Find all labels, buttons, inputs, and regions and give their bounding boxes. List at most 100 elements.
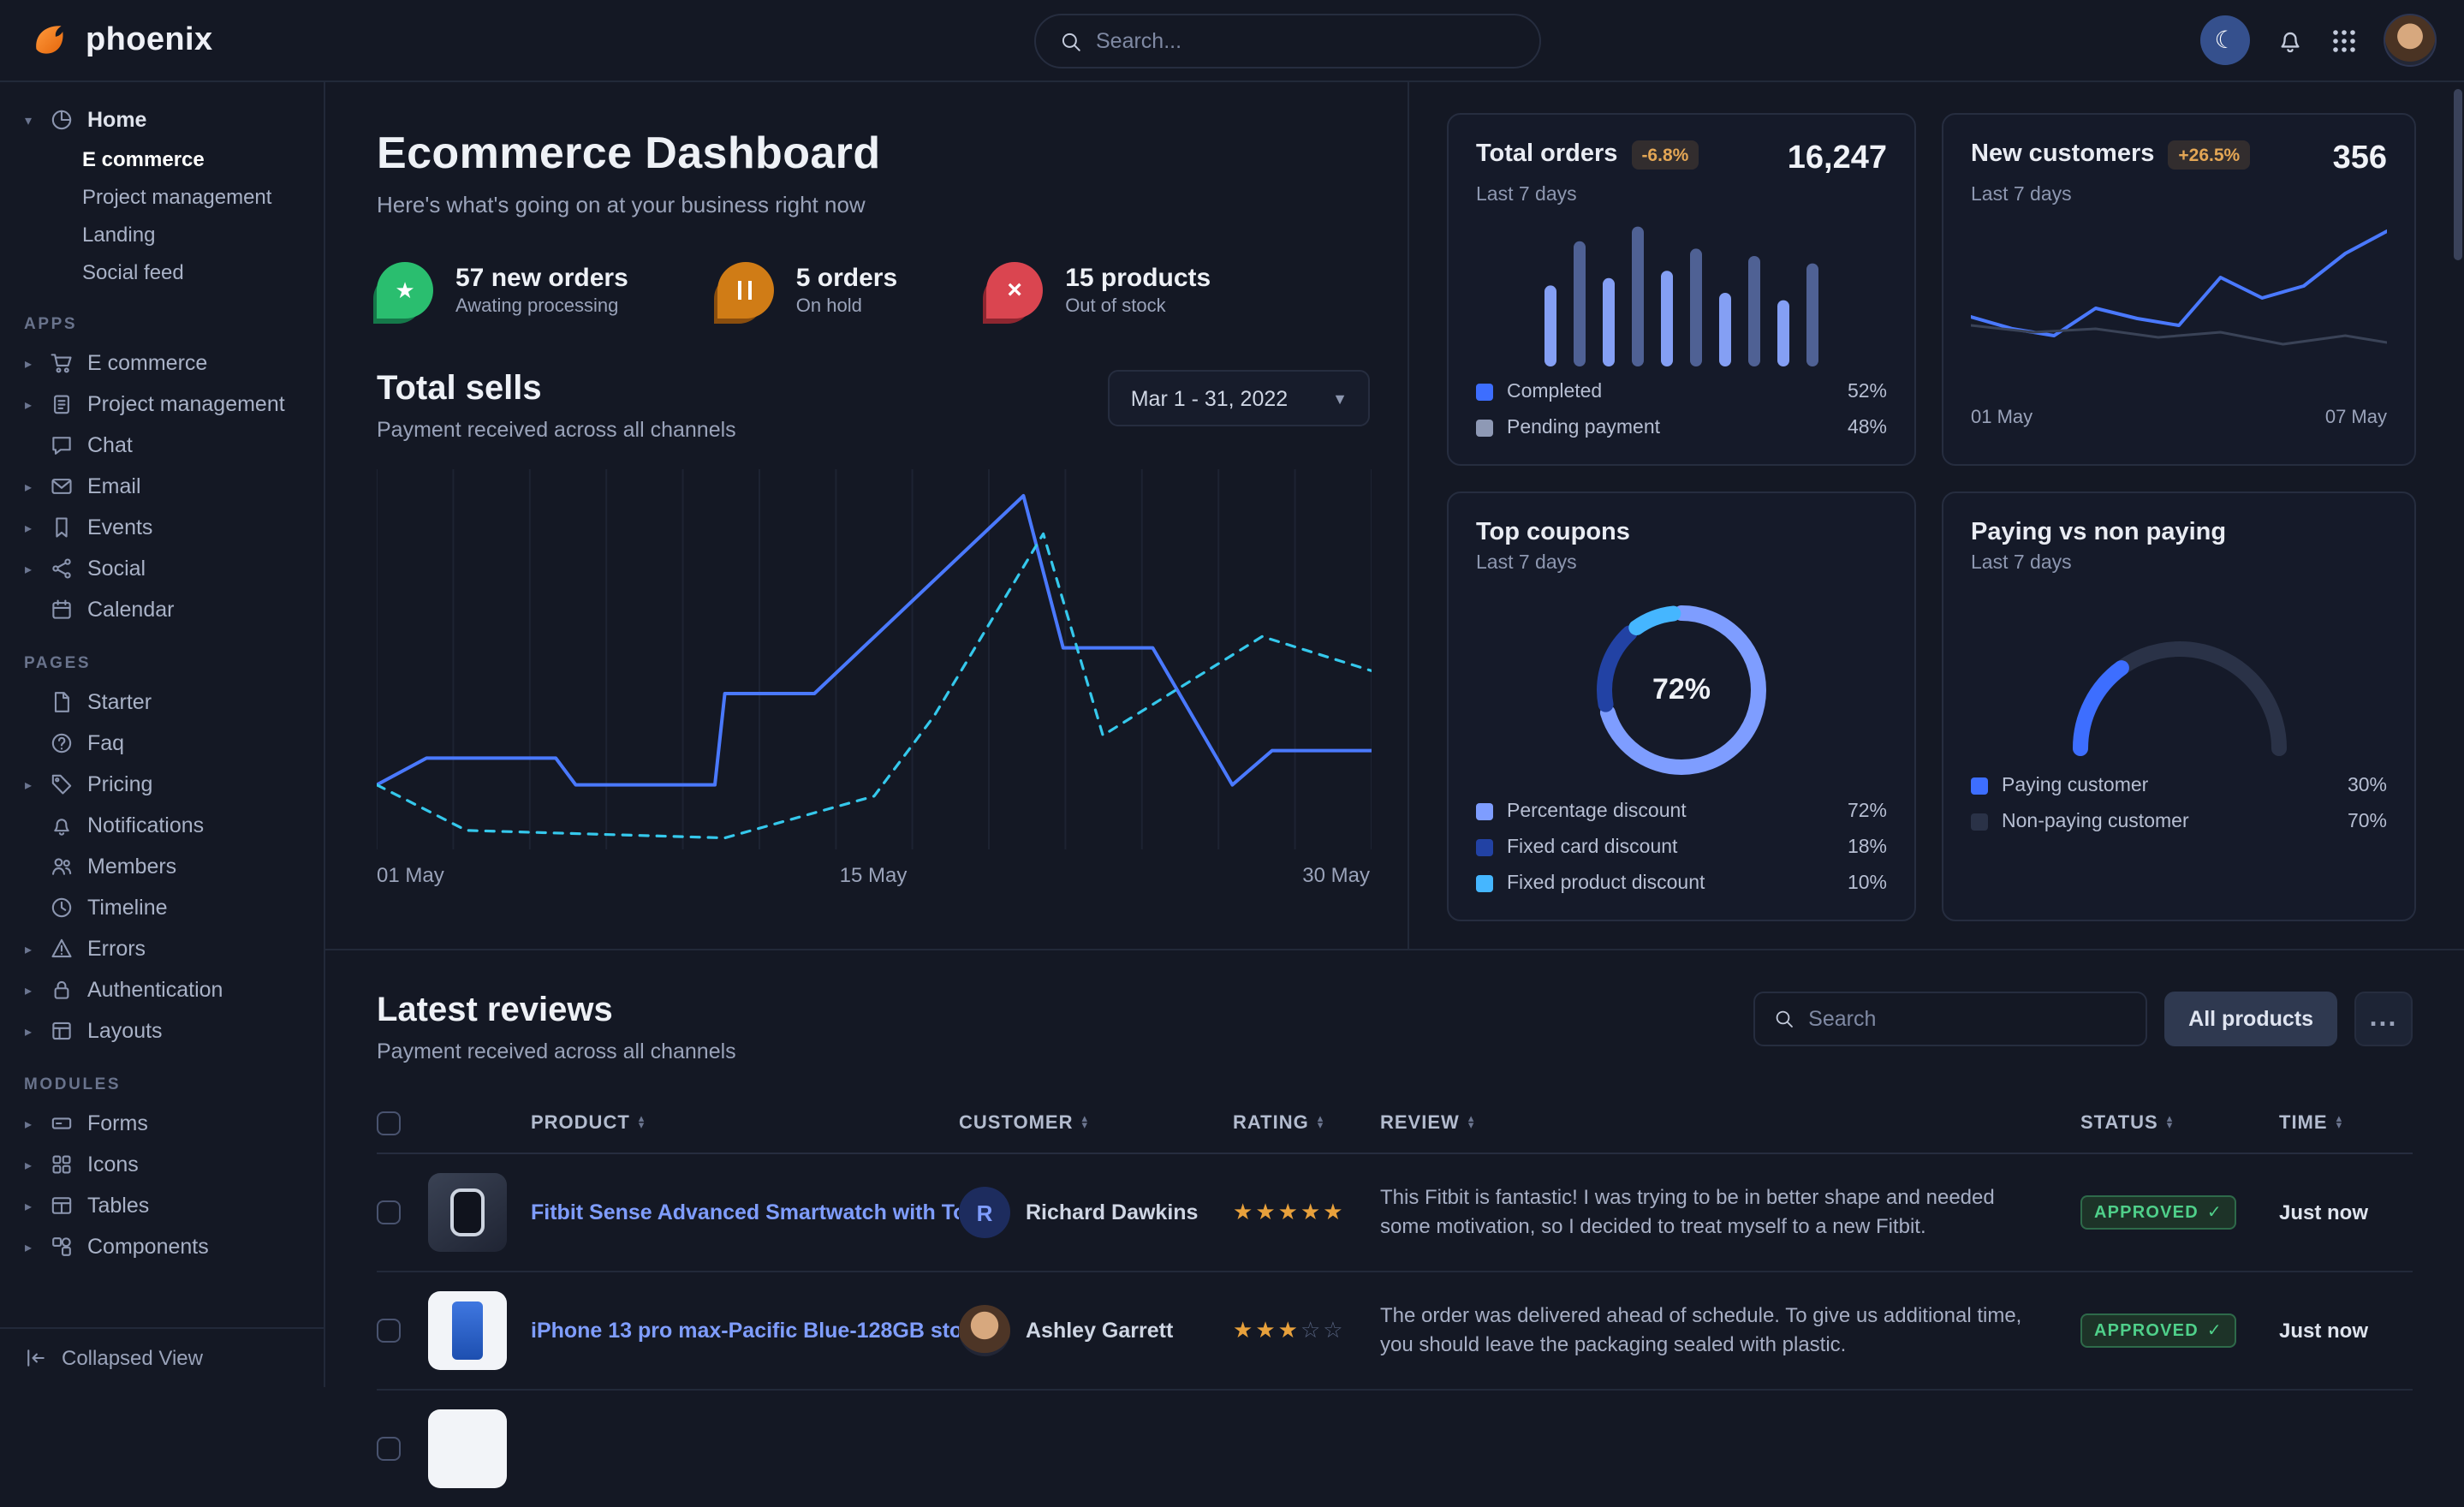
sidebar-item-timeline[interactable]: Timeline	[0, 887, 324, 928]
chevron-right-icon: ▸	[21, 777, 36, 792]
product-link[interactable]: Fitbit Sense Advanced Smartwatch with To…	[531, 1200, 959, 1224]
column-status[interactable]: STATUS▴▾	[2080, 1113, 2279, 1134]
row-checkbox[interactable]	[377, 1437, 401, 1461]
notifications-bell-icon[interactable]	[2276, 26, 2305, 55]
gauge-svg	[2033, 598, 2324, 760]
customer-cell: R Richard Dawkins	[959, 1187, 1233, 1238]
moon-icon: ☾	[2214, 26, 2235, 55]
users-icon	[50, 855, 74, 879]
product-image[interactable]	[428, 1409, 507, 1488]
sidebar-item-landing[interactable]: Landing	[0, 216, 324, 253]
sidebar-item-layouts[interactable]: ▸ Layouts	[0, 1010, 324, 1051]
column-time[interactable]: TIME▴▾	[2279, 1113, 2413, 1134]
legend-fixed-card-discount: Fixed card discount 18%	[1476, 837, 1887, 858]
components-icon	[50, 1235, 74, 1259]
column-review[interactable]: REVIEW▴▾	[1380, 1113, 2080, 1134]
legend-pending-payment: Pending payment 48%	[1476, 418, 1887, 438]
sidebar-item-chat[interactable]: Chat	[0, 425, 324, 466]
sidebar-item-starter[interactable]: Starter	[0, 682, 324, 723]
sidebar-item-home[interactable]: ▾ Home	[0, 99, 324, 140]
all-products-button[interactable]: All products	[2164, 992, 2337, 1046]
envelope-icon	[50, 474, 74, 498]
product-image[interactable]	[428, 1173, 507, 1252]
question-circle-icon	[50, 731, 74, 755]
sidebar-item-email[interactable]: ▸ Email	[0, 466, 324, 507]
brand-name: phoenix	[86, 21, 213, 59]
sidebar-item-members[interactable]: Members	[0, 846, 324, 887]
x-icon: ×	[986, 262, 1043, 319]
table-icon	[50, 1194, 74, 1218]
legend-fixed-product-discount: Fixed product discount 10%	[1476, 873, 1887, 894]
share-icon	[50, 557, 74, 581]
sidebar-item-project-management[interactable]: ▸ Project management	[0, 384, 324, 425]
dark-mode-toggle[interactable]: ☾	[2200, 15, 2250, 65]
column-product[interactable]: PRODUCT▴▾	[531, 1113, 959, 1134]
tag-icon	[50, 772, 74, 796]
customer-cell: Ashley Garrett	[959, 1305, 1233, 1356]
chevron-right-icon: ▸	[21, 479, 36, 494]
review-text: This Fitbit is fantastic! I was trying t…	[1380, 1182, 2080, 1242]
brand[interactable]: phoenix	[27, 19, 329, 62]
search-input[interactable]	[1096, 29, 1515, 53]
avatar	[959, 1305, 1010, 1356]
status-badge: APPROVED✓	[2080, 1196, 2236, 1230]
reviews-search	[1753, 992, 2147, 1046]
sidebar-item-errors[interactable]: ▸ Errors	[0, 928, 324, 969]
row-checkbox[interactable]	[377, 1200, 401, 1224]
sidebar-item-components[interactable]: ▸ Components	[0, 1226, 324, 1267]
pause-icon	[717, 262, 774, 319]
apps-grid-icon[interactable]	[2330, 27, 2358, 54]
product-image[interactable]	[428, 1291, 507, 1370]
column-rating[interactable]: RATING▴▾	[1233, 1113, 1380, 1134]
sidebar-item-events[interactable]: ▸ Events	[0, 507, 324, 548]
sidebar-item-social[interactable]: ▸ Social	[0, 548, 324, 589]
chevron-right-icon: ▸	[21, 1239, 36, 1254]
chevron-down-icon: ▼	[1332, 390, 1348, 407]
date-range-select[interactable]: Mar 1 - 31, 2022 ▼	[1109, 370, 1370, 426]
column-customer[interactable]: CUSTOMER▴▾	[959, 1113, 1233, 1134]
collapse-sidebar-button[interactable]: Collapsed View	[0, 1327, 324, 1387]
row-checkbox[interactable]	[377, 1319, 401, 1343]
sidebar-item-pricing[interactable]: ▸ Pricing	[0, 764, 324, 805]
kpi-cards: Total orders -6.8% 16,247 Last 7 days Co…	[1409, 82, 2464, 949]
app-root: phoenix ☾	[0, 0, 2464, 1387]
sidebar-item-faq[interactable]: Faq	[0, 723, 324, 764]
sidebar-item-notifications[interactable]: Notifications	[0, 805, 324, 846]
more-options-button[interactable]: ...	[2354, 992, 2413, 1046]
phoenix-logo-icon	[27, 19, 70, 62]
star-icon: ★	[377, 262, 433, 319]
sidebar-item-calendar[interactable]: Calendar	[0, 589, 324, 630]
sort-icon: ▴▾	[2336, 1116, 2343, 1131]
sidebar-item-project-management-dashboard[interactable]: Project management	[0, 178, 324, 216]
chevron-right-icon: ▸	[21, 520, 36, 535]
latest-reviews-subtitle: Payment received across all channels	[377, 1039, 736, 1063]
sidebar-item-social-feed[interactable]: Social feed	[0, 253, 324, 291]
reviews-search-input[interactable]	[1808, 1007, 2127, 1031]
sidebar-item-forms[interactable]: ▸ Forms	[0, 1103, 324, 1144]
chevron-right-icon: ▸	[21, 1157, 36, 1172]
clock-icon	[50, 896, 74, 920]
search-icon	[1774, 1009, 1794, 1029]
select-all-checkbox[interactable]	[377, 1111, 401, 1135]
rating-stars: ★★★☆☆	[1233, 1315, 1380, 1346]
sidebar-item-authentication[interactable]: ▸ Authentication	[0, 969, 324, 1010]
status-badge: APPROVED✓	[2080, 1314, 2236, 1349]
sidebar-item-ecommerce-dashboard[interactable]: E commerce	[0, 140, 324, 178]
dashboard-header-section: Ecommerce Dashboard Here's what's going …	[325, 82, 1409, 949]
search-icon	[1060, 30, 1082, 52]
form-input-icon	[50, 1111, 74, 1135]
chevron-down-icon: ▾	[21, 112, 36, 128]
legend-completed: Completed 52%	[1476, 382, 1887, 402]
stat-new-orders: ★ 57 new orders Awating processing	[377, 262, 628, 319]
section-label-pages: PAGES	[0, 630, 324, 682]
user-avatar[interactable]	[2384, 14, 2437, 67]
page-title: Ecommerce Dashboard	[377, 127, 1370, 180]
total-sells-x-axis: 01 May 15 May 30 May	[377, 863, 1370, 887]
page-scrollbar[interactable]	[2454, 89, 2462, 260]
sidebar-item-icons[interactable]: ▸ Icons	[0, 1144, 324, 1185]
product-link[interactable]: iPhone 13 pro max-Pacific Blue-128GB sto…	[531, 1319, 959, 1343]
sidebar-item-ecommerce[interactable]: ▸ E commerce	[0, 342, 324, 384]
sidebar-item-tables[interactable]: ▸ Tables	[0, 1185, 324, 1226]
order-stats: ★ 57 new orders Awating processing 5 ord…	[377, 262, 1370, 319]
clipboard-icon	[50, 392, 74, 416]
